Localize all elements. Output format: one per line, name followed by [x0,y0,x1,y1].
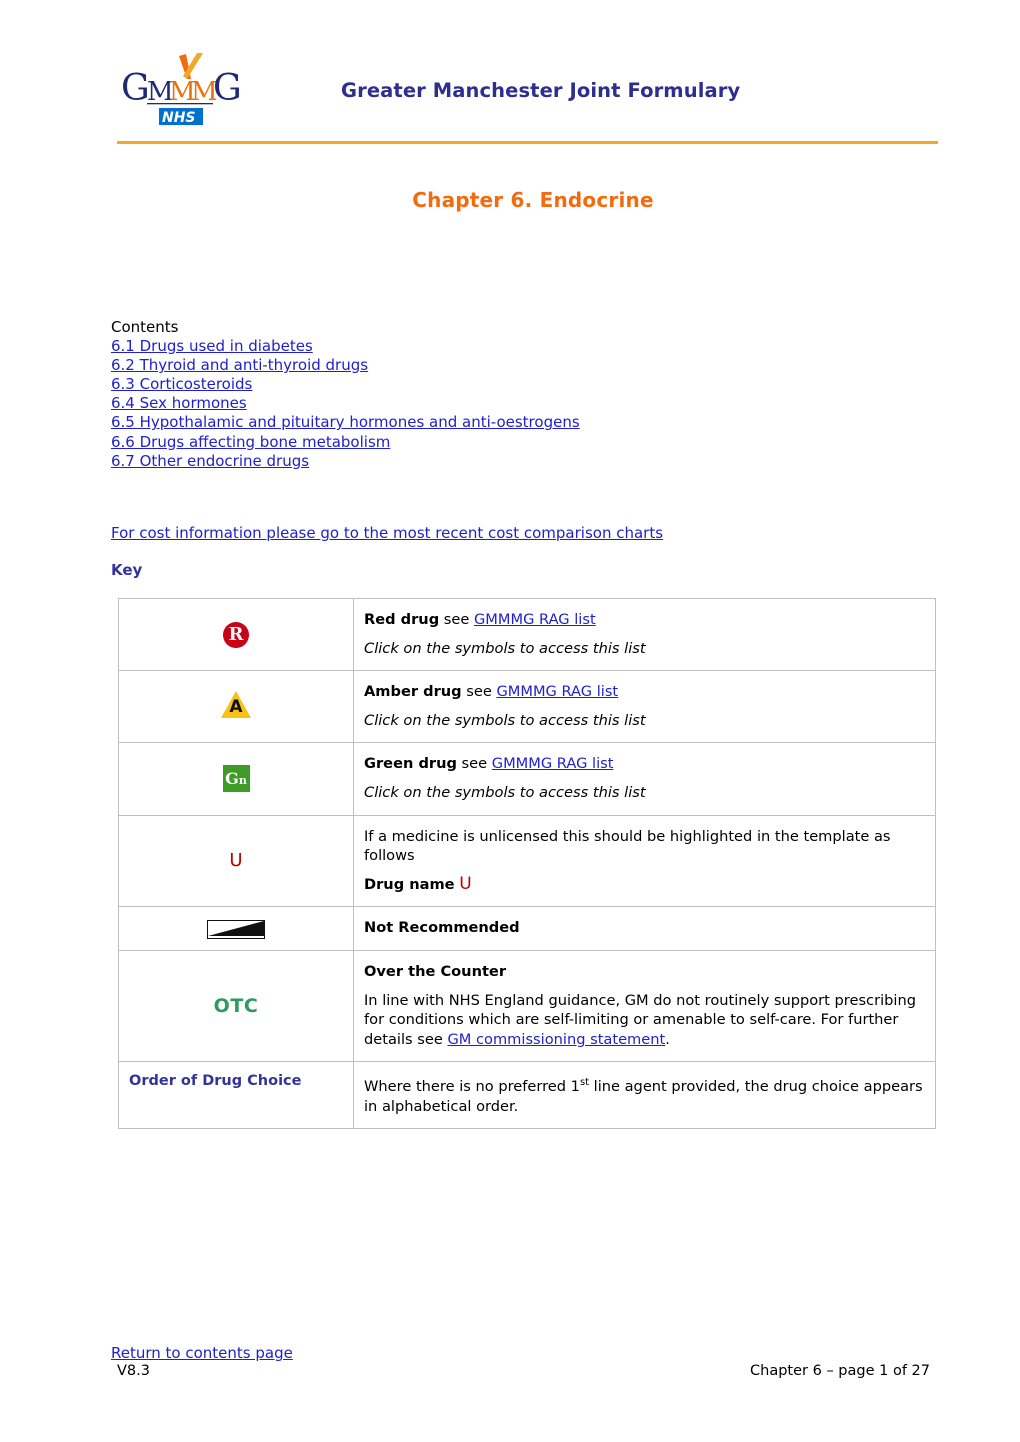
order-of-drug-choice-label: Order of Drug Choice [118,1061,354,1130]
contents-link-6-6[interactable]: 6.6 Drugs affecting bone metabolism [111,433,390,452]
otc-body-after: . [665,1030,670,1048]
order-of-drug-choice-description-cell: Where there is no preferred 1st line age… [353,1061,936,1130]
unlicensed-icon: U [229,850,243,872]
not-recommended-title: Not Recommended [364,919,520,937]
contents-link-6-1[interactable]: 6.1 Drugs used in diabetes [111,337,313,356]
not-recommended-description-cell: Not Recommended [353,906,936,951]
order-superscript: st [579,1077,589,1089]
amber-rag-list-link[interactable]: GMMMG RAG list [496,683,618,700]
table-row-not-recommended: Not Recommended [118,906,936,951]
footer-page-info: Chapter 6 – page 1 of 27 [750,1363,930,1379]
gmmmg-logo: G M M M G NHS [117,46,257,134]
contents-link-6-5[interactable]: 6.5 Hypothalamic and pituitary hormones … [111,413,580,432]
page-title-text: Chapter 6. Endocrine [412,188,654,212]
order-text-before: Where there is no preferred 1 [364,1078,580,1096]
amber-description-cell: Amber drug see GMMMG RAG list Click on t… [353,670,936,744]
header-divider [117,141,938,144]
unlicensed-description-cell: If a medicine is unlicensed this should … [353,814,936,908]
red-description-cell: Red drug see GMMMG RAG list Click on the… [353,597,936,672]
amber-drug-title: Amber drug [364,683,462,701]
footer-version: V8.3 [117,1363,150,1379]
red-note: Click on the symbols to access this list [364,639,646,657]
gmmmg-logo-icon: G M M M G NHS [121,53,242,126]
unlicensed-example-label: Drug name [364,875,455,893]
green-icon-subscript: n [238,774,247,788]
otc-icon: OTC [213,995,259,1018]
red-symbol-cell: R [118,597,354,672]
otc-description-cell: Over the Counter In line with NHS Englan… [353,949,936,1063]
contents-link-6-3[interactable]: 6.3 Corticosteroids [111,375,252,394]
green-symbol-cell: Gn [118,742,354,816]
red-drug-title: Red drug [364,611,440,628]
green-icon-letter: G [225,769,239,789]
key-heading: Key [111,561,143,579]
return-to-contents-link[interactable]: Return to contents page [111,1344,293,1362]
svg-text:G: G [121,68,150,109]
green-description-cell: Green drug see GMMMG RAG list Click on t… [353,742,936,816]
green-rag-list-link[interactable]: GMMMG RAG list [492,755,614,772]
unlicensed-example-mark: U [459,873,472,894]
table-row-red: R Red drug see GMMMG RAG list Click on t… [118,597,936,672]
not-recommended-wedge-shape [208,920,264,936]
document-header: G M M M G NHS Greater Manchester Joint F… [117,46,938,134]
table-row-unlicensed: U If a medicine is unlicensed this shoul… [118,814,936,908]
amber-symbol-cell: A [118,670,354,744]
green-note: Click on the symbols to access this list [364,783,646,801]
not-recommended-icon [207,919,265,939]
otc-symbol-cell: OTC [118,949,354,1063]
red-drug-icon[interactable]: R [223,621,249,648]
svg-text:NHS: NHS [162,110,196,126]
amber-note: Click on the symbols to access this list [364,711,646,729]
svg-text:G: G [213,68,242,109]
red-see-text: see [439,611,474,628]
contents-link-6-4[interactable]: 6.4 Sex hormones [111,394,247,413]
header-title: Greater Manchester Joint Formulary [341,78,741,102]
amber-icon-letter: A [229,697,243,718]
contents-heading: Contents [111,318,179,336]
contents-link-6-7[interactable]: 6.7 Other endocrine drugs [111,452,309,471]
unlicensed-text: If a medicine is unlicensed this should … [364,827,891,865]
green-drug-title: Green drug [364,755,457,773]
amber-see-text: see [461,683,497,701]
table-row-otc: OTC Over the Counter In line with NHS En… [118,949,936,1063]
table-row-order-of-drug-choice: Order of Drug Choice Where there is no p… [118,1061,936,1130]
unlicensed-symbol-cell: U [118,814,354,908]
red-rag-list-link[interactable]: GMMMG RAG list [474,611,596,628]
key-table: R Red drug see GMMMG RAG list Click on t… [118,597,936,1130]
document-page: G M M M G NHS Greater Manchester Joint F… [0,0,1020,1442]
gm-commissioning-statement-link[interactable]: GM commissioning statement [447,1031,665,1048]
contents-link-6-2[interactable]: 6.2 Thyroid and anti-thyroid drugs [111,356,368,375]
cost-comparison-link[interactable]: For cost information please go to the mo… [111,524,663,542]
otc-title: Over the Counter [364,962,507,980]
not-recommended-symbol-cell [118,906,354,951]
green-see-text: see [456,755,492,773]
table-row-amber: A Amber drug see GMMMG RAG list Click on… [118,670,936,744]
amber-drug-icon[interactable]: A [221,691,251,719]
contents-list: Contents 6.1 Drugs used in diabetes 6.2 … [111,318,811,471]
page-title: Chapter 6. Endocrine [0,188,1020,212]
green-drug-icon[interactable]: Gn [222,765,250,793]
table-row-green: Gn Green drug see GMMMG RAG list Click o… [118,742,936,816]
